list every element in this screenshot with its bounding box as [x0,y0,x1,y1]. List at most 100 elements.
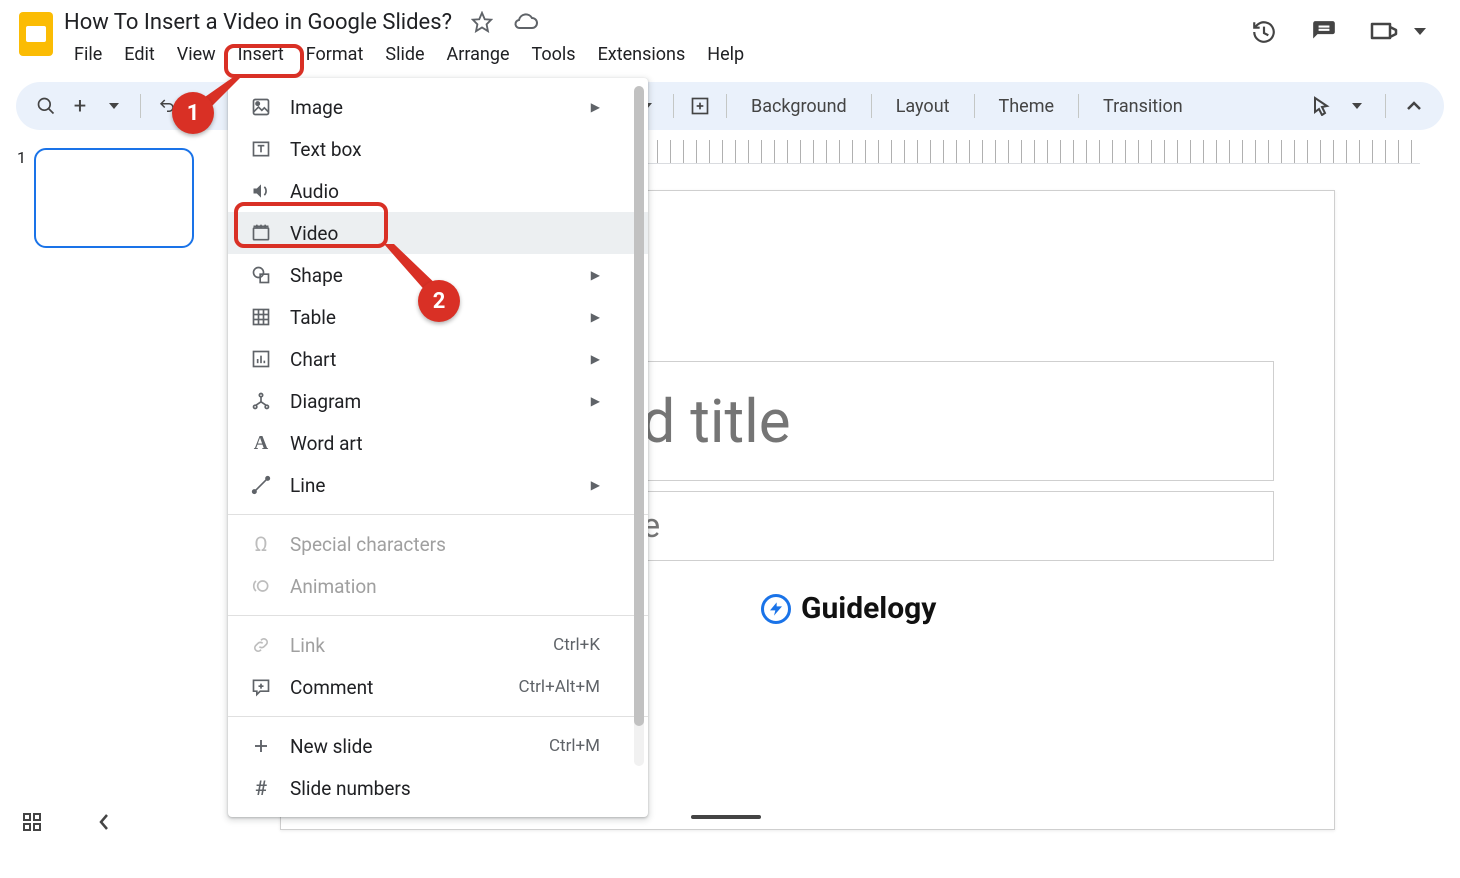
comments-icon[interactable] [1308,16,1340,48]
present-icon[interactable] [1368,16,1400,48]
menu-insert[interactable]: Insert [228,40,294,69]
insert-diagram-item[interactable]: Diagram ▶ [228,380,648,422]
theme-button[interactable]: Theme [987,90,1067,122]
insert-audio-item[interactable]: Audio [228,170,648,212]
insert-animation-item: Animation [228,565,648,607]
callout-badge-2: 2 [418,280,460,322]
audio-icon [250,181,272,201]
diagram-icon [250,391,272,411]
menu-item-label: Video [290,222,338,245]
document-title[interactable]: How To Insert a Video in Google Slides? [64,10,452,35]
toolbar-separator [1385,94,1386,118]
menu-item-shortcut: Ctrl+Alt+M [519,677,600,697]
grid-view-icon[interactable] [16,806,48,838]
menu-slide[interactable]: Slide [375,40,434,69]
layout-button[interactable]: Layout [884,90,962,122]
menu-item-shortcut: Ctrl+M [549,736,600,756]
special-characters-icon: Ω [250,532,272,556]
toolbar-separator [974,94,975,118]
toolbar-separator [673,94,674,118]
submenu-arrow-icon: ▶ [591,100,600,114]
menu-file[interactable]: File [64,40,112,69]
submenu-arrow-icon: ▶ [591,268,600,282]
insert-new-slide-item[interactable]: New slide Ctrl+M [228,725,648,767]
hash-icon: # [250,776,272,800]
thumbnail-number: 1 [12,148,26,248]
slides-app-icon[interactable] [16,8,56,60]
insert-line-item[interactable]: Line ▶ [228,464,648,506]
speaker-notes-handle[interactable] [691,815,761,819]
menu-edit[interactable]: Edit [114,40,164,69]
new-slide-dropdown-icon[interactable] [100,90,128,122]
new-slide-button[interactable]: + [66,90,94,122]
menu-item-label: Diagram [290,390,361,413]
menu-view[interactable]: View [167,40,226,69]
insert-textbox-icon[interactable] [686,90,714,122]
cloud-saved-icon[interactable] [512,8,540,36]
transition-button[interactable]: Transition [1091,90,1195,122]
menu-separator [228,716,648,717]
wordart-icon: A [250,432,272,455]
menu-item-label: Word art [290,432,363,455]
collapse-toolbar-icon[interactable] [1400,90,1428,122]
cursor-mode-dropdown-icon[interactable] [1343,90,1371,122]
menu-item-label: Link [290,634,325,657]
cursor-mode-icon[interactable] [1307,90,1335,122]
dropdown-scrollbar[interactable] [634,86,644,766]
search-menus-icon[interactable] [32,90,60,122]
callout-badge-1: 1 [172,92,214,134]
menu-item-label: Comment [290,676,373,699]
menu-format[interactable]: Format [296,40,374,69]
insert-image-item[interactable]: Image ▶ [228,86,648,128]
bottom-bar [16,806,120,838]
menu-item-label: Image [290,96,343,119]
insert-dropdown-menu: Image ▶ Text box Audio Video Shape ▶ Tab… [228,78,648,817]
toolbar-separator [140,94,141,118]
insert-chart-item[interactable]: Chart ▶ [228,338,648,380]
present-dropdown-icon[interactable] [1404,16,1436,48]
menu-tools[interactable]: Tools [522,40,586,69]
menu-item-label: Audio [290,180,339,203]
menu-item-label: Slide numbers [290,777,411,800]
insert-comment-item[interactable]: Comment Ctrl+Alt+M [228,666,648,708]
toolbar-separator [726,94,727,118]
toolbar-separator [1078,94,1079,118]
star-icon[interactable] [468,8,496,36]
insert-textbox-item[interactable]: Text box [228,128,648,170]
table-icon [250,307,272,327]
menu-item-label: Shape [290,264,343,287]
menu-item-shortcut: Ctrl+K [553,635,600,655]
submenu-arrow-icon: ▶ [591,478,600,492]
toolbar-separator [871,94,872,118]
menu-bar: File Edit View Insert Format Slide Arran… [64,38,1248,70]
workspace: 1 Click to add title Click to add subtit… [0,130,1460,858]
watermark-text: Guidelogy [801,591,936,626]
insert-special-characters-item: Ω Special characters [228,523,648,565]
menu-separator [228,514,648,515]
plus-icon [250,737,272,755]
menu-item-label: Special characters [290,533,446,556]
watermark-icon [761,594,791,624]
header: How To Insert a Video in Google Slides? … [0,0,1460,70]
menu-item-label: Animation [290,575,377,598]
background-button[interactable]: Background [739,90,859,122]
menu-help[interactable]: Help [697,40,754,69]
prev-slide-icon[interactable] [88,806,120,838]
submenu-arrow-icon: ▶ [591,352,600,366]
textbox-icon [250,139,272,159]
insert-wordart-item[interactable]: A Word art [228,422,648,464]
slide-thumbnail-panel: 1 [0,130,210,858]
submenu-arrow-icon: ▶ [591,394,600,408]
submenu-arrow-icon: ▶ [591,310,600,324]
chart-icon [250,349,272,369]
version-history-icon[interactable] [1248,16,1280,48]
menu-item-label: Text box [290,138,362,161]
menu-arrange[interactable]: Arrange [437,40,520,69]
video-icon [250,223,272,243]
insert-slide-numbers-item[interactable]: # Slide numbers [228,767,648,809]
dropdown-scrollbar-thumb[interactable] [634,86,644,726]
slide-thumbnail-1[interactable] [34,148,194,248]
menu-extensions[interactable]: Extensions [588,40,696,69]
menu-separator [228,615,648,616]
menu-item-label: Line [290,474,325,497]
